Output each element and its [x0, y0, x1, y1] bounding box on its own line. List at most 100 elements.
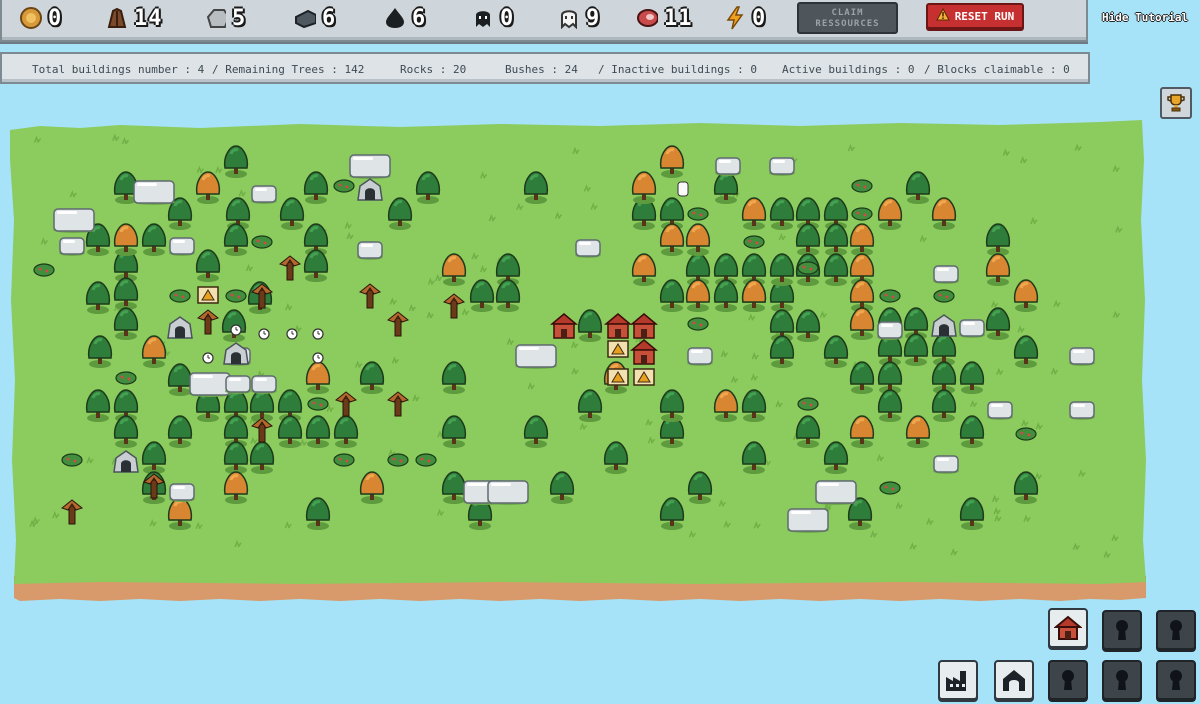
house-build-button[interactable]: [1048, 608, 1088, 648]
berry-bush[interactable]: [307, 397, 329, 411]
autumn-tree[interactable]: [741, 279, 767, 312]
berry-bush[interactable]: [61, 453, 83, 467]
rock[interactable]: [189, 372, 231, 397]
pine-tree[interactable]: [223, 145, 249, 178]
locked-slot-1[interactable]: [1102, 610, 1142, 650]
pine-tree[interactable]: [905, 171, 931, 204]
pine-tree[interactable]: [985, 223, 1011, 256]
pine-tree[interactable]: [523, 171, 549, 204]
pine-tree[interactable]: [279, 197, 305, 230]
autumn-tree[interactable]: [1013, 279, 1039, 312]
pine-tree[interactable]: [141, 223, 167, 256]
pine-tree[interactable]: [495, 279, 521, 312]
rock[interactable]: [251, 185, 277, 204]
pine-tree[interactable]: [959, 497, 985, 530]
pine-tree[interactable]: [931, 361, 957, 394]
rock[interactable]: [877, 321, 903, 340]
autumn-tree[interactable]: [195, 171, 221, 204]
achievements-button[interactable]: [1160, 87, 1192, 119]
autumn-tree[interactable]: [441, 253, 467, 286]
berry-bush[interactable]: [851, 207, 873, 221]
rock[interactable]: [575, 239, 601, 258]
autumn-tree[interactable]: [305, 361, 331, 394]
berry-bush[interactable]: [225, 289, 247, 303]
pine-tree[interactable]: [167, 415, 193, 448]
pine-tree[interactable]: [903, 333, 929, 366]
pine-tree[interactable]: [795, 223, 821, 256]
rock[interactable]: [959, 319, 985, 338]
game-map[interactable]: [0, 0, 1200, 704]
pine-tree[interactable]: [305, 497, 331, 530]
pine-tree[interactable]: [195, 249, 221, 282]
pine-tree[interactable]: [849, 361, 875, 394]
locked-slot-2[interactable]: [1156, 610, 1196, 650]
pine-tree[interactable]: [249, 389, 275, 422]
pine-tree[interactable]: [113, 307, 139, 340]
pine-tree[interactable]: [249, 441, 275, 474]
berry-bush[interactable]: [387, 453, 409, 467]
autumn-tree[interactable]: [849, 415, 875, 448]
pine-tree[interactable]: [333, 415, 359, 448]
shelter-build-button[interactable]: [994, 660, 1034, 700]
autumn-tree[interactable]: [659, 223, 685, 256]
pine-tree[interactable]: [87, 335, 113, 368]
pine-tree[interactable]: [387, 197, 413, 230]
pine-tree[interactable]: [795, 309, 821, 342]
claim-resources-button[interactable]: CLAIM RESSOURCES: [797, 2, 898, 34]
wandering-creature[interactable]: [677, 181, 689, 197]
autumn-tree[interactable]: [985, 253, 1011, 286]
pine-tree[interactable]: [441, 361, 467, 394]
pine-tree[interactable]: [931, 389, 957, 422]
berry-bush[interactable]: [879, 481, 901, 495]
autumn-tree[interactable]: [685, 223, 711, 256]
pine-tree[interactable]: [959, 415, 985, 448]
warning-sign[interactable]: [607, 340, 629, 358]
autumn-tree[interactable]: [223, 471, 249, 504]
pine-tree[interactable]: [659, 279, 685, 312]
locked-slot-4[interactable]: [1102, 660, 1142, 700]
pine-tree[interactable]: [303, 171, 329, 204]
rock[interactable]: [133, 180, 175, 205]
rock[interactable]: [715, 157, 741, 176]
pine-tree[interactable]: [469, 279, 495, 312]
pine-tree[interactable]: [823, 223, 849, 256]
autumn-tree[interactable]: [631, 171, 657, 204]
rock[interactable]: [53, 208, 95, 233]
pine-tree[interactable]: [659, 497, 685, 530]
warning-sign[interactable]: [607, 368, 629, 386]
pine-tree[interactable]: [549, 471, 575, 504]
rock[interactable]: [515, 344, 557, 369]
rock[interactable]: [933, 455, 959, 474]
pine-tree[interactable]: [687, 471, 713, 504]
warning-sign[interactable]: [633, 368, 655, 386]
autumn-tree[interactable]: [167, 497, 193, 530]
pine-tree[interactable]: [303, 249, 329, 282]
pine-tree[interactable]: [85, 281, 111, 314]
berry-bush[interactable]: [333, 179, 355, 193]
rock[interactable]: [357, 241, 383, 260]
pine-tree[interactable]: [359, 361, 385, 394]
rock[interactable]: [987, 401, 1013, 420]
berry-bush[interactable]: [251, 235, 273, 249]
pine-tree[interactable]: [659, 389, 685, 422]
pine-tree[interactable]: [85, 389, 111, 422]
pine-tree[interactable]: [441, 415, 467, 448]
berry-bush[interactable]: [1015, 427, 1037, 441]
locked-slot-3[interactable]: [1048, 660, 1088, 700]
rock[interactable]: [687, 347, 713, 366]
berry-bush[interactable]: [169, 289, 191, 303]
pine-tree[interactable]: [959, 361, 985, 394]
pine-tree[interactable]: [223, 441, 249, 474]
rock[interactable]: [1069, 401, 1095, 420]
pine-tree[interactable]: [305, 415, 331, 448]
pine-tree[interactable]: [823, 253, 849, 286]
reset-run-button[interactable]: RESET RUN: [926, 3, 1024, 29]
pine-tree[interactable]: [769, 253, 795, 286]
autumn-tree[interactable]: [631, 253, 657, 286]
pine-tree[interactable]: [223, 223, 249, 256]
berry-bush[interactable]: [743, 235, 765, 249]
rock[interactable]: [933, 265, 959, 284]
pine-tree[interactable]: [741, 441, 767, 474]
berry-bush[interactable]: [797, 397, 819, 411]
autumn-tree[interactable]: [931, 197, 957, 230]
